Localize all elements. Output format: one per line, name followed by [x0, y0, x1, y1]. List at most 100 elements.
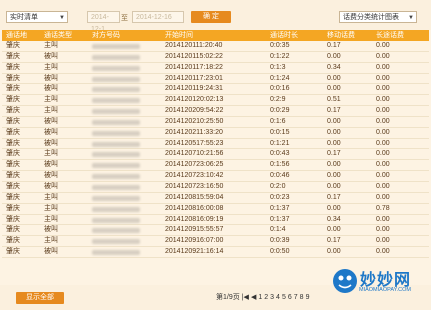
end-date-placeholder: 2014-12-16: [136, 14, 172, 21]
page-link[interactable]: 8: [300, 294, 304, 301]
chart-type-select[interactable]: 话费分类统计图表 ▼: [339, 11, 417, 23]
row-start-time: 2014120115:02:22: [165, 52, 223, 60]
redacted-number: [92, 65, 140, 71]
row-call-type: 主叫: [44, 96, 58, 104]
row-mobile-fee: 0.00: [327, 161, 341, 169]
page-link[interactable]: 9: [306, 294, 310, 301]
row-start-time: 2014120211:33:20: [165, 128, 223, 136]
page-link[interactable]: 6: [288, 294, 292, 301]
row-start-time: 2014120723:10:42: [165, 172, 224, 180]
row-duration: 0:1:24: [270, 74, 290, 82]
row-mobile-fee: 0.00: [327, 226, 341, 234]
row-mobile-fee: 0.00: [327, 139, 341, 147]
row-start-time: 2014120921:16:14: [165, 248, 224, 256]
chart-type-select-label: 话费分类统计图表: [343, 14, 399, 21]
row-duration: 0:1:4: [270, 226, 286, 234]
row-call-type: 主叫: [44, 107, 58, 115]
page-link[interactable]: 7: [294, 294, 298, 301]
row-mobile-fee: 0.17: [327, 42, 341, 49]
row-call-type: 主叫: [44, 204, 58, 212]
row-location: 肇庆: [6, 117, 20, 125]
page-link[interactable]: 2: [264, 294, 268, 301]
redacted-number: [92, 239, 140, 245]
call-records-table: 肇庆 主叫 2014120111:20:40 0:0:35 0.17 0.00 肇庆 被叫 20…: [2, 41, 429, 258]
table-row: 肇庆 主叫 2014120120:02:13 0:2:9 0.51 0.00: [2, 95, 429, 107]
redacted-number: [92, 54, 140, 60]
redacted-number: [92, 206, 140, 212]
row-long-distance-fee: 0.00: [376, 139, 390, 147]
row-long-distance-fee: 0.00: [376, 150, 390, 158]
redacted-number: [92, 174, 140, 180]
redacted-number: [92, 76, 140, 82]
row-location: 肇庆: [6, 85, 20, 93]
redacted-number: [92, 163, 140, 169]
row-start-time: 2014120710:21:56: [165, 150, 224, 158]
redacted-number: [92, 109, 140, 115]
table-header: 通话地 通话类型 对方号码 开始时间 通话时长 移动话费 长途话费: [2, 30, 429, 41]
row-location: 肇庆: [6, 172, 20, 180]
row-duration: 0:0:16: [270, 85, 290, 93]
row-location: 肇庆: [6, 52, 20, 60]
table-row: 肇庆 被叫 2014120115:02:22 0:1:22 0.00 0.00: [2, 52, 429, 63]
report-type-select-label: 实时清单: [10, 14, 38, 21]
row-duration: 0:0:15: [270, 128, 290, 136]
row-location: 肇庆: [6, 193, 20, 201]
page-link[interactable]: 4: [276, 294, 280, 301]
table-row: 肇庆 主叫 2014120816:00:08 0:1:37 0.00 0.78: [2, 204, 429, 215]
row-call-type: 主叫: [44, 150, 58, 158]
row-call-type: 主叫: [44, 193, 58, 201]
row-duration: 0:0:23: [270, 193, 290, 201]
row-long-distance-fee: 0.00: [376, 182, 390, 190]
table-row: 肇庆 主叫 2014120816:09:19 0:1:37 0.34 0.00: [2, 215, 429, 226]
page-link[interactable]: 3: [270, 294, 274, 301]
row-call-type: 被叫: [44, 139, 58, 147]
row-long-distance-fee: 0.00: [376, 248, 390, 256]
redacted-number: [92, 98, 140, 104]
row-mobile-fee: 0.51: [327, 96, 341, 104]
header-call-type: 通话类型: [44, 32, 72, 39]
end-date-input[interactable]: 2014-12-16: [132, 11, 184, 23]
row-long-distance-fee: 0.00: [376, 215, 390, 223]
table-row: 肇庆 被叫 2014120723:10:42 0:0:46 0.00 0.00: [2, 171, 429, 182]
row-long-distance-fee: 0.00: [376, 128, 390, 136]
table-row: 肇庆 被叫 2014120723:06:25 0:1:56 0.00 0.00: [2, 160, 429, 172]
row-location: 肇庆: [6, 237, 20, 245]
row-start-time: 2014120916:07:00: [165, 237, 224, 245]
chevron-down-icon: ▼: [408, 15, 414, 21]
first-page-icon[interactable]: |◀: [242, 294, 249, 301]
row-location: 肇庆: [6, 182, 20, 190]
row-mobile-fee: 0.17: [327, 107, 341, 115]
table-row: 肇庆 被叫 2014120915:55:57 0:1:4 0.00 0.00: [2, 225, 429, 237]
confirm-button[interactable]: 确 定: [191, 11, 231, 23]
start-date-input[interactable]: 2014-12-1: [87, 11, 120, 33]
row-mobile-fee: 0.17: [327, 193, 341, 201]
row-duration: 0:0:46: [270, 172, 290, 180]
row-location: 肇庆: [6, 150, 20, 158]
row-start-time: 2014120723:16:50: [165, 182, 224, 190]
row-call-type: 主叫: [44, 42, 58, 49]
row-start-time: 2014120517:55:23: [165, 139, 224, 147]
page-link[interactable]: 5: [282, 294, 286, 301]
table-row: 肇庆 主叫 2014120710:21:56 0:0:43 0.17 0.00: [2, 149, 429, 161]
row-long-distance-fee: 0.00: [376, 226, 390, 234]
prev-page-icon[interactable]: ◀: [251, 294, 256, 301]
table-row: 肇庆 被叫 2014120921:16:14 0:0:50 0.00 0.00: [2, 247, 429, 258]
row-long-distance-fee: 0.00: [376, 52, 390, 60]
row-start-time: 2014120209:54:22: [165, 107, 224, 115]
row-mobile-fee: 0.00: [327, 182, 341, 190]
row-call-type: 被叫: [44, 52, 58, 60]
report-type-select[interactable]: 实时清单 ▼: [6, 11, 68, 23]
row-duration: 0:1:6: [270, 117, 286, 125]
redacted-number: [92, 195, 140, 201]
row-location: 肇庆: [6, 248, 20, 256]
show-all-button[interactable]: 显示全部: [16, 292, 64, 304]
row-duration: 0:1:22: [270, 52, 290, 60]
row-location: 肇庆: [6, 74, 20, 82]
header-location: 通话地: [6, 32, 27, 39]
row-location: 肇庆: [6, 215, 20, 223]
row-long-distance-fee: 0.00: [376, 63, 390, 71]
row-mobile-fee: 0.00: [327, 85, 341, 93]
pagination: 第1/9页 |◀ ◀ 1 2 3 4 5 6 7 8 9: [216, 292, 313, 304]
row-mobile-fee: 0.00: [327, 172, 341, 180]
page-link[interactable]: 1: [258, 294, 262, 301]
